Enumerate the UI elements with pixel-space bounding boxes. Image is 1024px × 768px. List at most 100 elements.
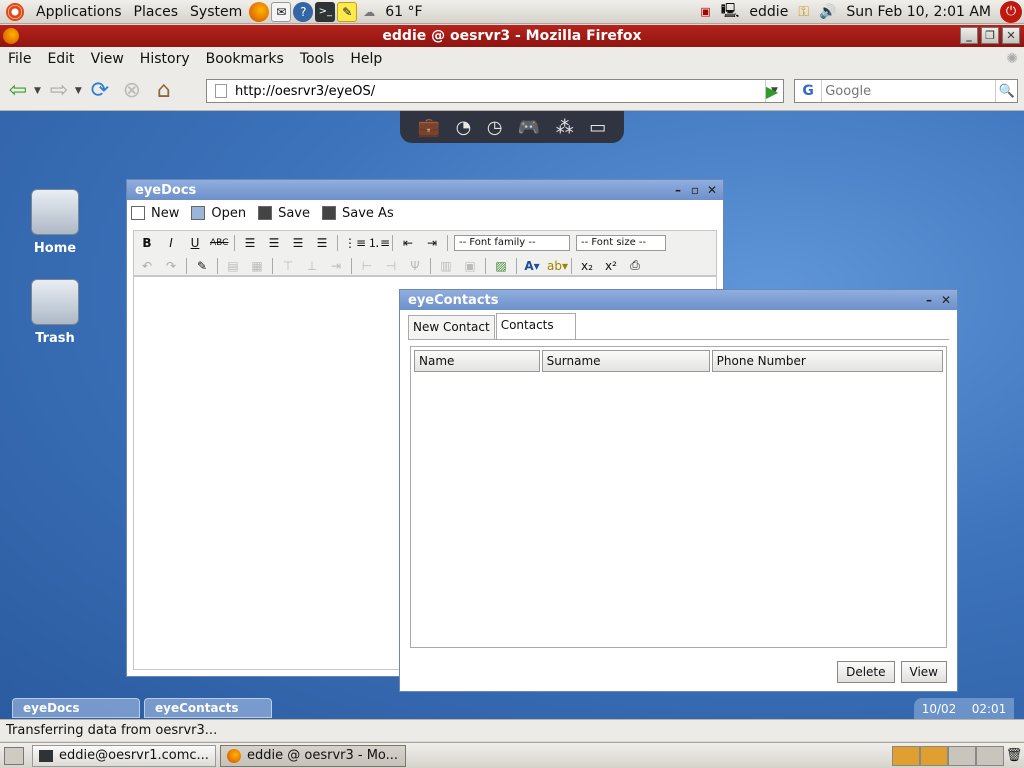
url-bar[interactable]: ▼ xyxy=(206,79,784,103)
clock-icon[interactable]: ◷ xyxy=(487,117,503,138)
eyedocs-titlebar[interactable]: eyeDocs – ▫ ✕ xyxy=(127,180,723,200)
menu-tools[interactable]: Tools xyxy=(292,51,343,67)
clock[interactable]: Sun Feb 10, 2:01 AM xyxy=(841,4,996,20)
eyecontacts-titlebar[interactable]: eyeContacts – ✕ xyxy=(400,290,957,310)
briefcase-icon[interactable]: 💼 xyxy=(418,117,440,138)
split-cells-icon[interactable]: ▥ xyxy=(437,259,455,273)
minimize-button[interactable]: _ xyxy=(960,27,978,44)
trash-applet-icon[interactable]: 🗑 xyxy=(1004,748,1024,763)
strikethrough-icon[interactable]: ABC xyxy=(210,238,228,248)
eyecontacts-close-icon[interactable]: ✕ xyxy=(939,293,953,307)
bold-icon[interactable]: B xyxy=(138,236,156,250)
save-button[interactable]: Save xyxy=(258,206,310,221)
close-button[interactable]: ✕ xyxy=(1002,27,1020,44)
merge-cells-icon[interactable]: ▣ xyxy=(461,259,479,273)
delete-row-icon[interactable]: ⇥ xyxy=(327,259,345,273)
view-button[interactable]: View xyxy=(900,661,947,683)
numbered-list-icon[interactable]: ⒈≡ xyxy=(368,234,390,251)
mail-launcher-icon[interactable]: ✉ xyxy=(271,1,292,22)
power-button-icon[interactable]: ⏻ xyxy=(1000,0,1022,23)
gamepad-icon[interactable]: 🎮 xyxy=(518,117,540,138)
workspace-2[interactable] xyxy=(920,745,948,766)
align-center-icon[interactable]: ☰ xyxy=(265,236,283,250)
align-right-icon[interactable]: ☰ xyxy=(289,236,307,250)
places-menu[interactable]: Places xyxy=(128,4,185,20)
column-surname[interactable]: Surname xyxy=(541,350,710,372)
workspace-1[interactable] xyxy=(892,745,920,766)
workspace-3[interactable] xyxy=(948,745,976,766)
go-arrow-icon[interactable]: ▶ xyxy=(762,81,782,101)
maximize-button[interactable]: ❐ xyxy=(981,27,999,44)
highlight-color-icon[interactable]: ab▾ xyxy=(547,259,568,273)
network-monitor-icon[interactable]: 🖳 xyxy=(716,0,745,24)
font-family-select[interactable]: -- Font family -- xyxy=(454,234,570,251)
workspace-indicator-icon[interactable]: ▣ xyxy=(695,5,715,18)
forward-history-dropdown-icon[interactable]: ▼ xyxy=(75,86,82,96)
align-left-icon[interactable]: ☰ xyxy=(241,236,259,250)
new-button[interactable]: New xyxy=(131,206,179,221)
subscript-icon[interactable]: x₂ xyxy=(578,259,596,273)
firefox-titlebar[interactable]: eddie @ oesrvr3 - Mozilla Firefox _ ❐ ✕ xyxy=(0,25,1024,47)
open-button[interactable]: Open xyxy=(191,206,246,221)
search-magnifier-icon[interactable]: 🔍 xyxy=(995,80,1017,102)
menu-file[interactable]: File xyxy=(0,51,39,67)
ubuntu-logo-icon[interactable] xyxy=(6,2,24,21)
undo-icon[interactable]: ↶ xyxy=(138,259,156,273)
eyedocs-maximize-icon[interactable]: ▫ xyxy=(688,183,702,197)
home-icon[interactable]: ⌂ xyxy=(150,77,178,105)
stop-icon[interactable]: ⊗ xyxy=(118,77,146,105)
search-bar[interactable]: G 🔍 xyxy=(794,79,1018,103)
wifi-icon[interactable]: ◔ xyxy=(456,117,472,138)
google-engine-icon[interactable]: G xyxy=(795,80,823,102)
terminal-launcher-icon[interactable]: >_ xyxy=(315,1,336,22)
username-label[interactable]: eddie xyxy=(744,4,793,20)
back-arrow-icon[interactable]: ⇦ xyxy=(4,77,32,105)
firefox-launcher-icon[interactable] xyxy=(249,1,270,22)
indent-icon[interactable]: ⇥ xyxy=(423,236,441,250)
taskbar-tab-eyecontacts[interactable]: eyeContacts xyxy=(144,698,272,718)
reload-icon[interactable]: ⟳ xyxy=(86,77,114,105)
redo-icon[interactable]: ↷ xyxy=(162,259,180,273)
folder-icon[interactable]: ▭ xyxy=(589,117,606,138)
apps-icon[interactable]: ⁂ xyxy=(556,117,574,138)
justify-icon[interactable]: ☰ xyxy=(313,236,331,250)
text-color-icon[interactable]: A▾ xyxy=(523,259,541,273)
menu-bookmarks[interactable]: Bookmarks xyxy=(198,51,292,67)
back-history-dropdown-icon[interactable]: ▼ xyxy=(34,86,41,96)
outdent-icon[interactable]: ⇤ xyxy=(399,236,417,250)
superscript-icon[interactable]: x² xyxy=(602,259,620,273)
tab-new-contact[interactable]: New Contact xyxy=(408,315,495,339)
firefox-window-icon[interactable] xyxy=(3,28,19,44)
keyring-icon[interactable]: ⚿ xyxy=(793,4,814,20)
bullet-list-icon[interactable]: ⋮≡ xyxy=(344,236,366,250)
search-input[interactable] xyxy=(822,83,996,99)
delete-button[interactable]: Delete xyxy=(837,661,895,683)
applications-menu[interactable]: Applications xyxy=(30,4,128,20)
insert-row-before-icon[interactable]: ⊤ xyxy=(279,259,297,273)
font-size-select[interactable]: -- Font size -- xyxy=(576,234,666,251)
print-icon[interactable]: ⎙ xyxy=(626,258,644,273)
show-desktop-icon[interactable] xyxy=(4,746,24,765)
tab-contacts[interactable]: Contacts xyxy=(495,313,576,339)
task-terminal[interactable]: eddie@oesrvr1.comc... xyxy=(32,744,216,767)
italic-icon[interactable]: I xyxy=(162,236,180,250)
desktop-icon-trash[interactable]: Trash xyxy=(20,279,90,346)
desktop-icon-home[interactable]: Home xyxy=(20,189,90,256)
workspace-4[interactable] xyxy=(976,745,1004,766)
taskbar-tab-eyedocs[interactable]: eyeDocs xyxy=(12,698,140,718)
eyedocs-minimize-icon[interactable]: – xyxy=(671,183,685,197)
eyecontacts-minimize-icon[interactable]: – xyxy=(922,293,936,307)
menu-view[interactable]: View xyxy=(83,51,132,67)
menu-history[interactable]: History xyxy=(132,51,198,67)
underline-icon[interactable]: U xyxy=(186,236,204,250)
system-menu[interactable]: System xyxy=(184,4,248,20)
column-name[interactable]: Name xyxy=(414,350,540,372)
insert-col-before-icon[interactable]: ⊢ xyxy=(358,259,376,273)
url-input[interactable] xyxy=(235,83,765,99)
insert-row-after-icon[interactable]: ⊥ xyxy=(303,259,321,273)
eyedocs-close-icon[interactable]: ✕ xyxy=(705,183,719,197)
notes-launcher-icon[interactable]: ✎ xyxy=(337,1,358,22)
forward-arrow-icon[interactable]: ⇨ xyxy=(45,77,73,105)
task-firefox[interactable]: eddie @ oesrvr3 - Mo... xyxy=(220,744,406,767)
save-as-button[interactable]: Save As xyxy=(322,206,394,221)
